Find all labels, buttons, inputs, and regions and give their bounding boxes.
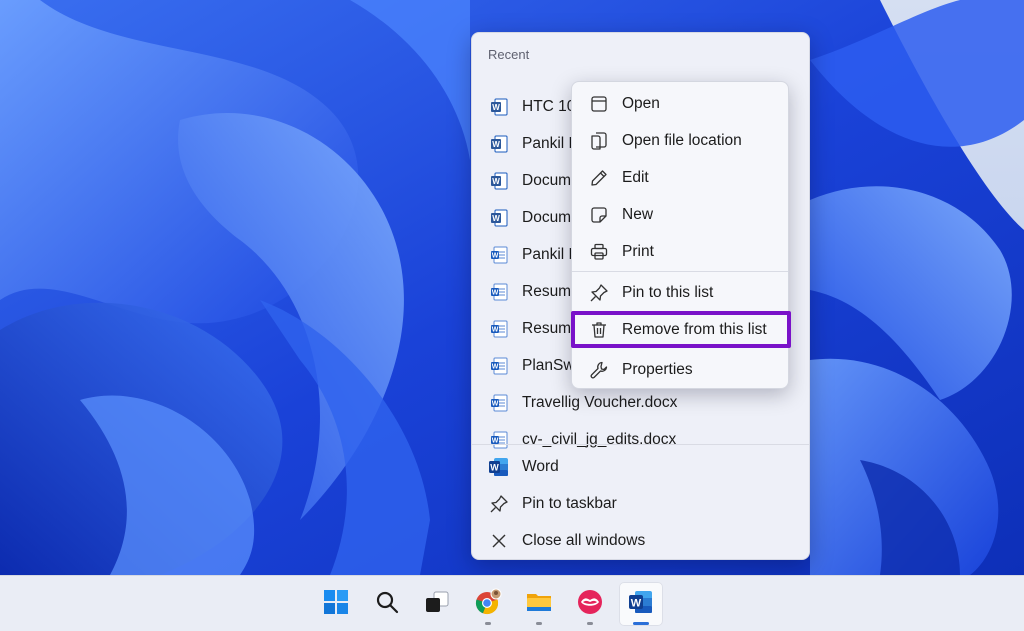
svg-text:W: W xyxy=(492,177,500,186)
word-doc-icon: W xyxy=(488,318,510,340)
word-doc-icon: W xyxy=(488,244,510,266)
jumplist-divider xyxy=(472,444,809,445)
word-doc-icon: W xyxy=(488,355,510,377)
recent-item-label: Docum xyxy=(522,171,572,189)
svg-text:W: W xyxy=(492,437,499,444)
recent-item-label: PlanSw xyxy=(522,356,575,374)
recent-item[interactable]: W Travellig Voucher.docx xyxy=(472,384,809,421)
word-doc-old-icon: W xyxy=(488,170,510,192)
svg-text:W: W xyxy=(492,289,499,296)
wrench-icon xyxy=(588,359,610,381)
menu-item-label: Edit xyxy=(622,168,649,186)
menu-item-remove-from-this-list[interactable]: Remove from this list xyxy=(572,311,788,348)
task-view-icon xyxy=(424,589,450,620)
menu-item-label: Open xyxy=(622,94,660,112)
pin-icon xyxy=(488,493,510,515)
svg-text:W: W xyxy=(492,252,499,259)
recent-item-label: Resum xyxy=(522,319,572,337)
menu-item-open[interactable]: Open xyxy=(572,85,788,122)
taskbar-word-button[interactable]: W xyxy=(619,582,663,626)
menu-item-label: Print xyxy=(622,242,654,260)
context-menu: Open Open file location Edit New Print P… xyxy=(571,81,791,389)
word-doc-old-icon: W xyxy=(488,96,510,118)
search-icon xyxy=(374,589,400,620)
word-doc-old-icon: W xyxy=(488,133,510,155)
pencil-icon xyxy=(588,167,610,189)
taskbar-search-button[interactable] xyxy=(365,582,409,626)
svg-text:W: W xyxy=(490,462,499,472)
taskbar-task-view-button[interactable] xyxy=(415,582,459,626)
file-explorer-icon xyxy=(525,588,553,621)
svg-text:W: W xyxy=(492,326,499,333)
chrome-icon xyxy=(474,588,502,621)
taskbar-lips-app-button[interactable] xyxy=(568,582,612,626)
menu-item-properties[interactable]: Properties xyxy=(572,351,788,388)
folder-location-icon xyxy=(588,130,610,152)
word-app-label: Word xyxy=(522,457,559,475)
running-indicator xyxy=(485,622,491,625)
taskbar-start-button[interactable] xyxy=(314,582,358,626)
recent-item-label: Docum xyxy=(522,208,572,226)
close-icon xyxy=(488,530,510,552)
running-indicator xyxy=(633,622,649,625)
recent-item-label: HTC 10 xyxy=(522,97,576,115)
running-indicator xyxy=(587,622,593,625)
taskbar-chrome-button[interactable] xyxy=(466,582,510,626)
word-app-icon: W xyxy=(488,456,510,478)
word-doc-icon: W xyxy=(488,281,510,303)
menu-item-open-file-location[interactable]: Open file location xyxy=(572,122,788,159)
new-note-icon xyxy=(588,204,610,226)
recent-item-label: Travellig Voucher.docx xyxy=(522,393,678,411)
recent-header: Recent xyxy=(488,47,530,62)
window-icon xyxy=(588,93,610,115)
word-doc-old-icon: W xyxy=(488,207,510,229)
windows-start-icon xyxy=(323,589,349,620)
recent-item-label: cv-_civil_jg_edits.docx xyxy=(522,430,677,448)
jumplist-actions: W Word Pin to taskbar Close all windows xyxy=(472,448,809,559)
menu-item-label: Open file location xyxy=(622,131,742,149)
svg-text:W: W xyxy=(492,103,500,112)
taskbar-file-explorer-button[interactable] xyxy=(517,582,561,626)
menu-item-label: Properties xyxy=(622,360,693,378)
menu-item-edit[interactable]: Edit xyxy=(572,159,788,196)
pin-to-taskbar-label: Pin to taskbar xyxy=(522,494,617,512)
pin-to-taskbar-item[interactable]: Pin to taskbar xyxy=(472,485,809,522)
word-app-item[interactable]: W Word xyxy=(472,448,809,485)
close-all-windows-label: Close all windows xyxy=(522,531,646,549)
context-menu-divider xyxy=(572,271,788,272)
menu-item-label: New xyxy=(622,205,654,223)
printer-icon xyxy=(588,241,610,263)
menu-item-new[interactable]: New xyxy=(572,196,788,233)
trash-icon xyxy=(588,319,610,341)
menu-item-label: Remove from this list xyxy=(622,320,767,338)
taskbar: W xyxy=(0,575,1024,631)
word-app-icon: W xyxy=(627,588,655,621)
svg-text:W: W xyxy=(492,140,500,149)
svg-text:W: W xyxy=(492,214,500,223)
pin-icon xyxy=(588,282,610,304)
menu-item-label: Pin to this list xyxy=(622,283,714,301)
menu-item-pin-to-this-list[interactable]: Pin to this list xyxy=(572,274,788,311)
svg-text:W: W xyxy=(492,363,499,370)
running-indicator xyxy=(536,622,542,625)
close-all-windows-item[interactable]: Close all windows xyxy=(472,522,809,559)
menu-item-print[interactable]: Print xyxy=(572,233,788,270)
svg-text:W: W xyxy=(492,400,499,407)
word-doc-icon: W xyxy=(488,392,510,414)
svg-text:W: W xyxy=(631,597,642,609)
recent-item-label: Pankil F xyxy=(522,134,578,152)
lips-app-icon xyxy=(576,588,604,621)
